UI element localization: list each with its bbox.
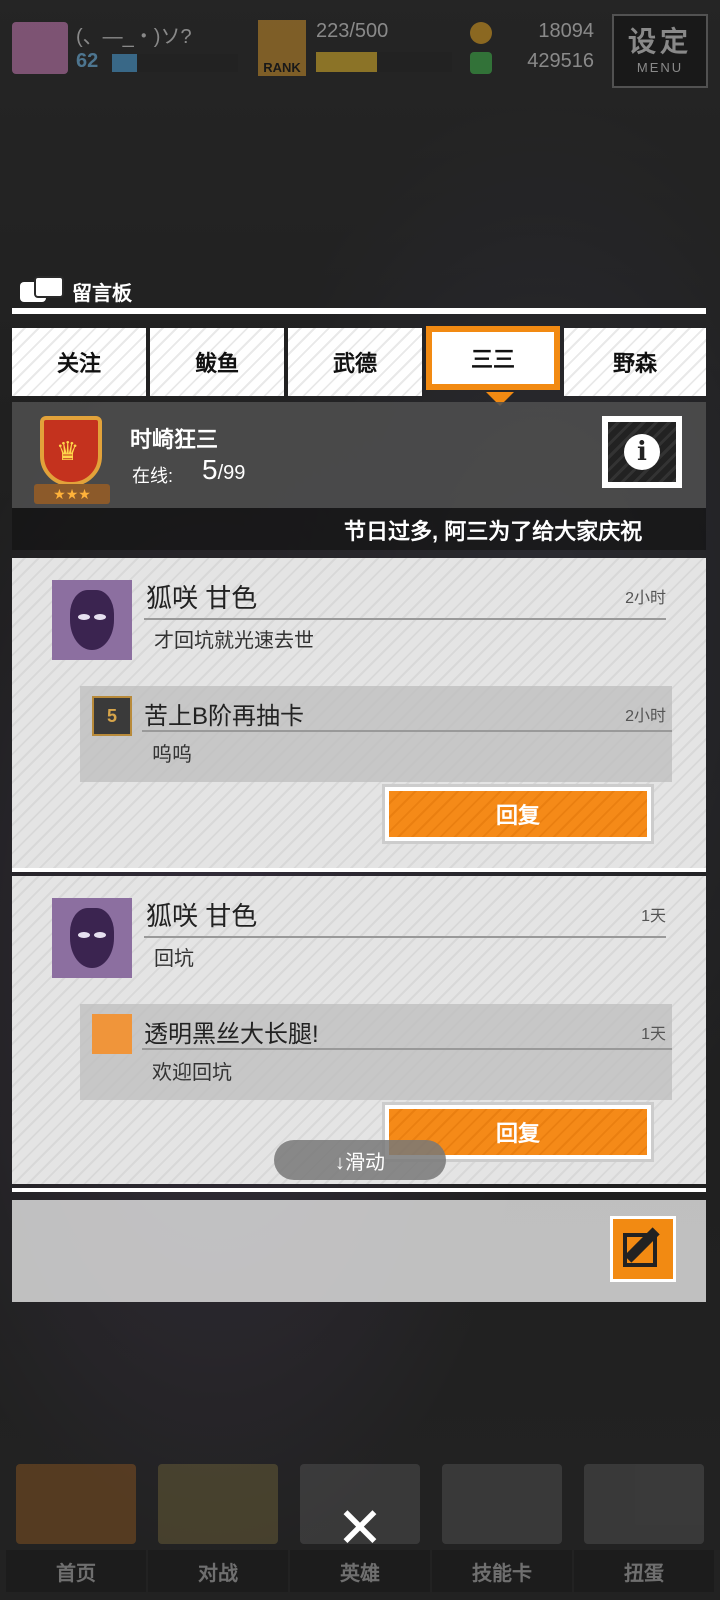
coin-count: 18094 <box>538 20 594 42</box>
rank-badge-icon: 5 <box>92 696 132 736</box>
fox-mask-avatar[interactable] <box>52 580 132 660</box>
online-max: /99 <box>217 462 246 484</box>
reply-button[interactable]: 回复 <box>382 784 654 844</box>
post-time: 1天 <box>641 908 666 925</box>
post-divider <box>144 618 666 620</box>
rank-icon: RANK <box>258 20 306 76</box>
player-avatar[interactable] <box>12 22 68 74</box>
guild-stars: ★★★ <box>34 484 110 504</box>
guild-info-panel: ♛ ★★★ 时崎狂三 在线: 5/99 i <box>12 402 706 508</box>
ticker-text: 节日过多, 阿三为了给大家庆祝 <box>344 519 643 544</box>
compose-button[interactable] <box>610 1216 676 1282</box>
post-message: 才回坑就光速去世 <box>154 630 314 652</box>
board-title: 留言板 <box>72 282 132 305</box>
nav-gacha[interactable]: 扭蛋 <box>574 1464 714 1592</box>
reply-message: 欢迎回坑 <box>152 1062 232 1084</box>
guild-tabs: 关注 鲅鱼 武德 三三 野森 <box>12 326 706 396</box>
nav-home[interactable]: 首页 <box>6 1464 146 1592</box>
card-icon <box>442 1464 562 1544</box>
post-author: 狐咲 甘色 <box>146 901 258 931</box>
reply-entry: 5 苦上B阶再抽卡 2小时 呜呜 <box>80 686 672 782</box>
nav-battle[interactable]: 对战 <box>148 1464 288 1592</box>
chat-bubbles-icon <box>20 276 64 306</box>
fox-mask-icon <box>70 590 114 650</box>
fox-mask-avatar[interactable] <box>52 898 132 978</box>
top-status-bar: (、—_・)ソ? 62 RANK 223/500 18094 429516 设定… <box>0 0 720 90</box>
close-icon[interactable]: ✕ <box>332 1500 388 1556</box>
menu-sublabel: MENU <box>636 60 684 75</box>
player-level: 62 <box>76 50 99 72</box>
stamina-fill <box>316 52 378 72</box>
reply-message: 呜呜 <box>152 744 192 766</box>
coin-icon <box>470 22 492 44</box>
info-button[interactable]: i <box>602 416 682 488</box>
tab-bayu[interactable]: 鲅鱼 <box>150 328 284 396</box>
post-separator <box>12 1188 706 1192</box>
reply-button-label: 回复 <box>389 791 647 837</box>
gacha-icon <box>584 1464 704 1544</box>
reply-entry: 透明黑丝大长腿! 1天 欢迎回坑 <box>80 1004 672 1100</box>
gamepad-icon <box>158 1464 278 1544</box>
header-divider <box>12 308 706 314</box>
gem-count: 429516 <box>527 50 594 72</box>
online-label: 在线: <box>132 466 174 486</box>
post-divider <box>144 936 666 938</box>
level-progress-bar <box>112 54 238 72</box>
post-message: 回坑 <box>154 948 194 970</box>
anime-girl-avatar-icon <box>92 1014 132 1054</box>
nav-battle-label: 对战 <box>148 1550 288 1592</box>
player-name: (、—_・)ソ? <box>76 26 192 48</box>
menu-label: 设定 <box>627 26 692 57</box>
fox-mask-icon <box>70 908 114 968</box>
online-current: 5 <box>202 454 218 485</box>
settings-menu-button[interactable]: 设定 MENU <box>612 14 708 88</box>
guild-name: 时崎狂三 <box>130 427 219 452</box>
stamina-bar <box>316 52 452 72</box>
nav-skill-cards[interactable]: 技能卡 <box>432 1464 572 1592</box>
post-separator <box>12 868 706 872</box>
tab-wude[interactable]: 武德 <box>288 328 422 396</box>
reply-author: 透明黑丝大长腿! <box>144 1021 319 1048</box>
info-icon: i <box>624 434 660 470</box>
gem-icon <box>470 52 492 74</box>
tab-yesen[interactable]: 野森 <box>564 328 706 396</box>
guild-crest-icon: ♛ <box>40 416 102 486</box>
tab-guanzhu[interactable]: 关注 <box>12 328 146 396</box>
home-icon <box>16 1464 136 1544</box>
reply-divider <box>142 1048 672 1050</box>
stamina-value: 223/500 <box>316 20 389 42</box>
announcement-ticker: 节日过多, 阿三为了给大家庆祝 <box>12 508 706 550</box>
board-header: 留言板 <box>20 276 132 306</box>
message-post: 狐咲 甘色 1天 回坑 透明黑丝大长腿! 1天 欢迎回坑 回复 <box>12 876 706 1184</box>
reply-divider <box>142 730 672 732</box>
reply-time: 2小时 <box>625 708 666 725</box>
reply-author: 苦上B阶再抽卡 <box>144 703 305 730</box>
scroll-hint: ↓滑动 <box>274 1140 446 1180</box>
message-post: 狐咲 甘色 2小时 才回坑就光速去世 5 苦上B阶再抽卡 2小时 呜呜 回复 <box>12 558 706 868</box>
compose-bar <box>12 1200 706 1302</box>
reply-time: 1天 <box>641 1026 666 1043</box>
online-count: 5/99 <box>202 454 245 486</box>
post-time: 2小时 <box>625 590 666 607</box>
tab-sansan[interactable]: 三三 <box>426 326 560 390</box>
crown-icon: ♛ <box>56 436 80 466</box>
level-progress-fill <box>112 54 138 72</box>
post-author: 狐咲 甘色 <box>146 583 258 613</box>
nav-gacha-label: 扭蛋 <box>574 1550 714 1592</box>
nav-home-label: 首页 <box>6 1550 146 1592</box>
nav-skill-cards-label: 技能卡 <box>432 1550 572 1592</box>
